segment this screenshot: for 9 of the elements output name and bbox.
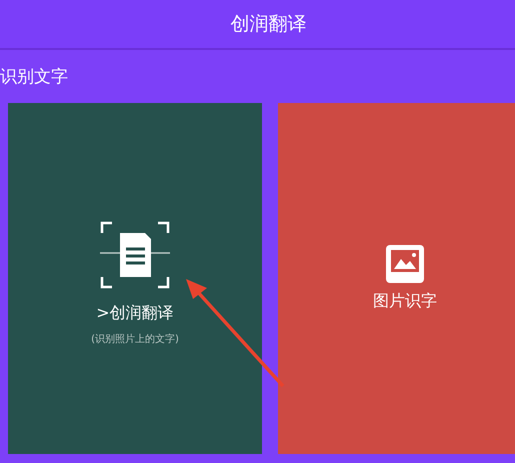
feature-card[interactable]: >创润翻译 (识别照片上的文字) (8, 103, 262, 454)
card-title: 图片识字 (373, 291, 437, 312)
card-subtitle: (识别照片上的文字) (91, 332, 179, 346)
feature-card[interactable]: 图片识字 (278, 103, 515, 454)
app-title: 创润翻译 (230, 12, 306, 37)
card-title: >创润翻译 (96, 303, 174, 324)
section-title: 识别文字 (0, 66, 68, 89)
document-scan-icon (100, 221, 170, 289)
image-icon (386, 245, 424, 283)
